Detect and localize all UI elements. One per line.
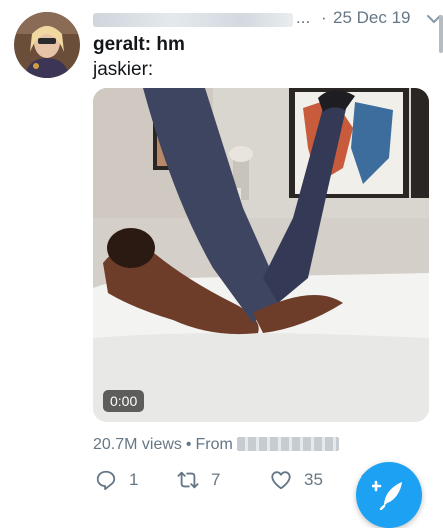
avatar-image bbox=[14, 12, 80, 78]
author-name-redacted[interactable] bbox=[93, 13, 293, 27]
views-separator: • bbox=[185, 436, 192, 453]
tweet-header: ... · 25 Dec 19 bbox=[93, 8, 441, 30]
name-ellipsis: ... bbox=[296, 8, 311, 27]
retweet-count: 7 bbox=[211, 470, 221, 489]
tweet-text-line-2: jaskier: bbox=[93, 59, 154, 80]
source-name-redacted[interactable] bbox=[237, 437, 340, 451]
retweet-button[interactable]: 7 bbox=[177, 468, 220, 492]
avatar[interactable] bbox=[14, 12, 80, 78]
source-prefix: From bbox=[195, 436, 233, 453]
like-count: 35 bbox=[304, 470, 323, 489]
header-separator: · bbox=[321, 8, 327, 27]
reply-count: 1 bbox=[129, 470, 139, 489]
video-player[interactable]: 0:00 bbox=[93, 88, 429, 422]
scrollbar-thumb[interactable] bbox=[439, 15, 443, 53]
reply-button[interactable]: 1 bbox=[95, 468, 138, 492]
compose-tweet-button[interactable] bbox=[356, 462, 422, 528]
view-count: 20.7M views bbox=[93, 436, 182, 453]
tweet-text-line-1: geralt: hm bbox=[93, 34, 185, 55]
video-thumbnail bbox=[93, 88, 429, 422]
heart-icon bbox=[271, 471, 291, 490]
compose-tweet-icon bbox=[372, 480, 402, 510]
like-button[interactable]: 35 bbox=[270, 468, 323, 492]
tweet-date[interactable]: 25 Dec 19 bbox=[333, 8, 411, 28]
video-duration: 0:00 bbox=[103, 390, 145, 412]
reply-icon bbox=[96, 470, 116, 491]
retweet-icon bbox=[177, 471, 199, 489]
view-count-row: 20.7M views • From bbox=[93, 436, 340, 454]
